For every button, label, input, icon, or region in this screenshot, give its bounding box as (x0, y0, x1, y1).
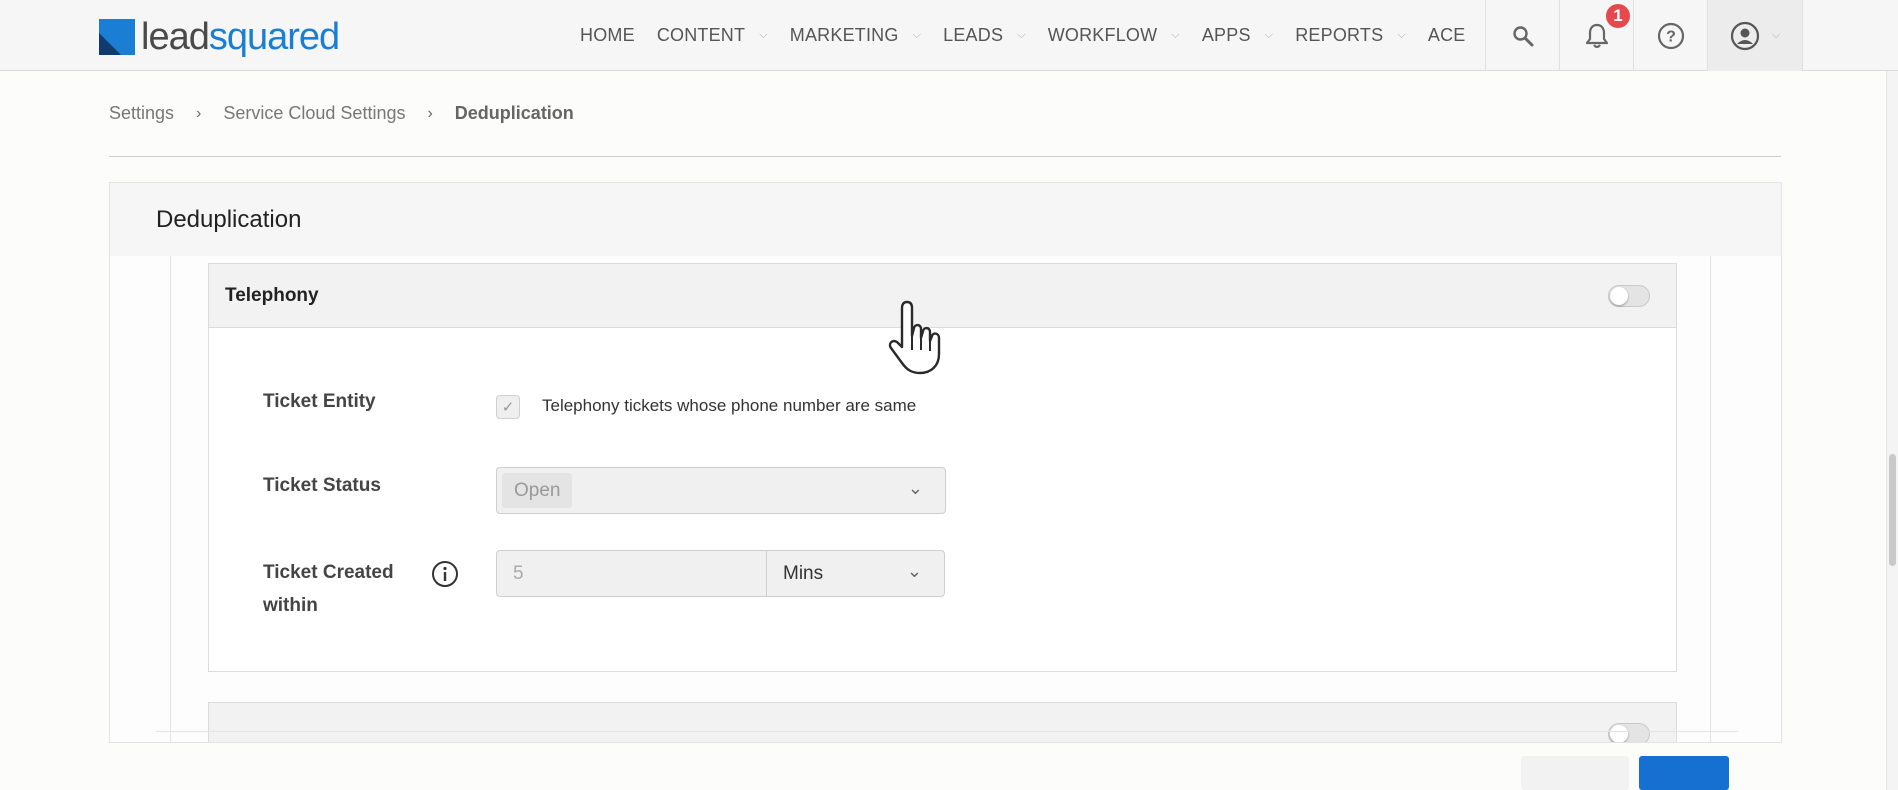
chevron-down-icon: ⌵ (1264, 29, 1274, 41)
nav-item-home[interactable]: HOME (580, 25, 635, 46)
nav-item-label: ACE (1427, 25, 1466, 45)
nav-item-reports[interactable]: REPORTS ⌵ (1295, 25, 1406, 46)
nav-item-label: WORKFLOW (1047, 25, 1158, 45)
chevron-down-icon: ⌄ (907, 478, 923, 498)
nav-item-content[interactable]: CONTENT ⌵ (657, 25, 768, 46)
chevron-down-icon: ⌵ (1171, 29, 1180, 41)
nav-item-label: REPORTS (1295, 25, 1384, 45)
breadcrumb: Settings › Service Cloud Settings › Dedu… (109, 103, 574, 124)
ticket-entity-checkbox-label: Telephony tickets whose phone number are… (542, 396, 917, 415)
ticket-created-label-line2: within (263, 595, 318, 616)
page-scrollbar[interactable] (1886, 71, 1898, 790)
notification-badge: 1 (1604, 2, 1632, 30)
help-button[interactable]: ? (1633, 0, 1707, 71)
nav-item-ace[interactable]: ACE (1428, 25, 1466, 46)
logo-mark-icon (99, 19, 135, 55)
nav-item-leads[interactable]: LEADS ⌵ (943, 25, 1026, 46)
main-nav: HOME CONTENT ⌵ MARKETING ⌵ LEADS ⌵ WORKFLOW ⌵ APP… (580, 0, 1487, 71)
chevron-down-icon: ⌵ (1397, 29, 1406, 41)
section-title: Telephony (225, 284, 319, 306)
nav-utility-icons: ? ⌵ (1485, 0, 1803, 71)
ticket-created-label: Ticket Created within (263, 556, 394, 622)
checkmark-icon: ✓ (501, 399, 515, 416)
breadcrumb-settings[interactable]: Settings (109, 103, 174, 124)
scrollbar-thumb[interactable] (1889, 454, 1896, 566)
ticket-created-label-line1: Ticket Created (263, 562, 394, 583)
panel-title: Deduplication (110, 183, 1781, 256)
logo-text: leadsquared (141, 16, 340, 58)
nav-item-label: APPS (1201, 25, 1251, 45)
bell-icon (1585, 23, 1608, 48)
telephony-toggle[interactable] (1608, 285, 1650, 307)
leadsquared-logo[interactable]: leadsquared (99, 16, 340, 58)
ticket-status-chip: Open (502, 473, 573, 508)
hand-cursor-icon (888, 300, 941, 375)
cancel-button[interactable] (1521, 756, 1629, 790)
svg-text:?: ? (1666, 28, 1676, 45)
ticket-entity-checkbox[interactable]: ✓ (496, 395, 520, 419)
chevron-down-icon: ⌵ (912, 29, 922, 41)
nav-item-label: HOME (580, 25, 635, 45)
search-icon (1512, 25, 1533, 46)
info-icon[interactable] (431, 560, 459, 588)
nav-item-workflow[interactable]: WORKFLOW ⌵ (1048, 25, 1180, 46)
breadcrumb-service-cloud-settings[interactable]: Service Cloud Settings (223, 103, 405, 124)
user-menu-button[interactable]: ⌵ (1707, 0, 1803, 71)
chevron-down-icon: ⌄ (906, 561, 922, 581)
chevron-down-icon: ⌵ (1771, 29, 1781, 41)
help-icon: ? (1657, 22, 1684, 49)
nav-item-marketing[interactable]: MARKETING ⌵ (790, 25, 921, 46)
unit-value: Mins (783, 562, 824, 584)
deduplication-panel: Deduplication Telephony Ticket Entity ✓ … (109, 182, 1782, 743)
nav-item-label: MARKETING (789, 25, 899, 45)
ticket-status-label: Ticket Status (263, 475, 381, 496)
ticket-created-unit-select[interactable]: Mins ⌄ (766, 550, 945, 597)
user-icon (1730, 21, 1759, 50)
top-navbar: leadsquared HOME CONTENT ⌵ MARKETING ⌵ LEADS ⌵… (0, 0, 1898, 71)
divider (109, 156, 1781, 157)
next-section-header (208, 702, 1677, 742)
chevron-down-icon: ⌵ (759, 29, 768, 41)
search-button[interactable] (1485, 0, 1559, 71)
nav-item-apps[interactable]: APPS ⌵ (1202, 25, 1273, 46)
chevron-right-icon: › (427, 104, 433, 122)
chevron-right-icon: › (196, 104, 202, 122)
save-button[interactable] (1639, 756, 1729, 790)
nav-item-label: CONTENT (656, 25, 746, 45)
panel-footer-divider (156, 731, 1738, 732)
next-section-toggle[interactable] (1608, 723, 1650, 742)
breadcrumb-current: Deduplication (454, 103, 574, 123)
ticket-entity-label: Ticket Entity (263, 391, 376, 412)
chevron-down-icon: ⌵ (1017, 29, 1026, 41)
nav-item-label: LEADS (943, 25, 1004, 45)
ticket-status-select[interactable]: Open ⌄ (496, 467, 946, 514)
ticket-created-value-input[interactable]: 5 (496, 550, 766, 597)
